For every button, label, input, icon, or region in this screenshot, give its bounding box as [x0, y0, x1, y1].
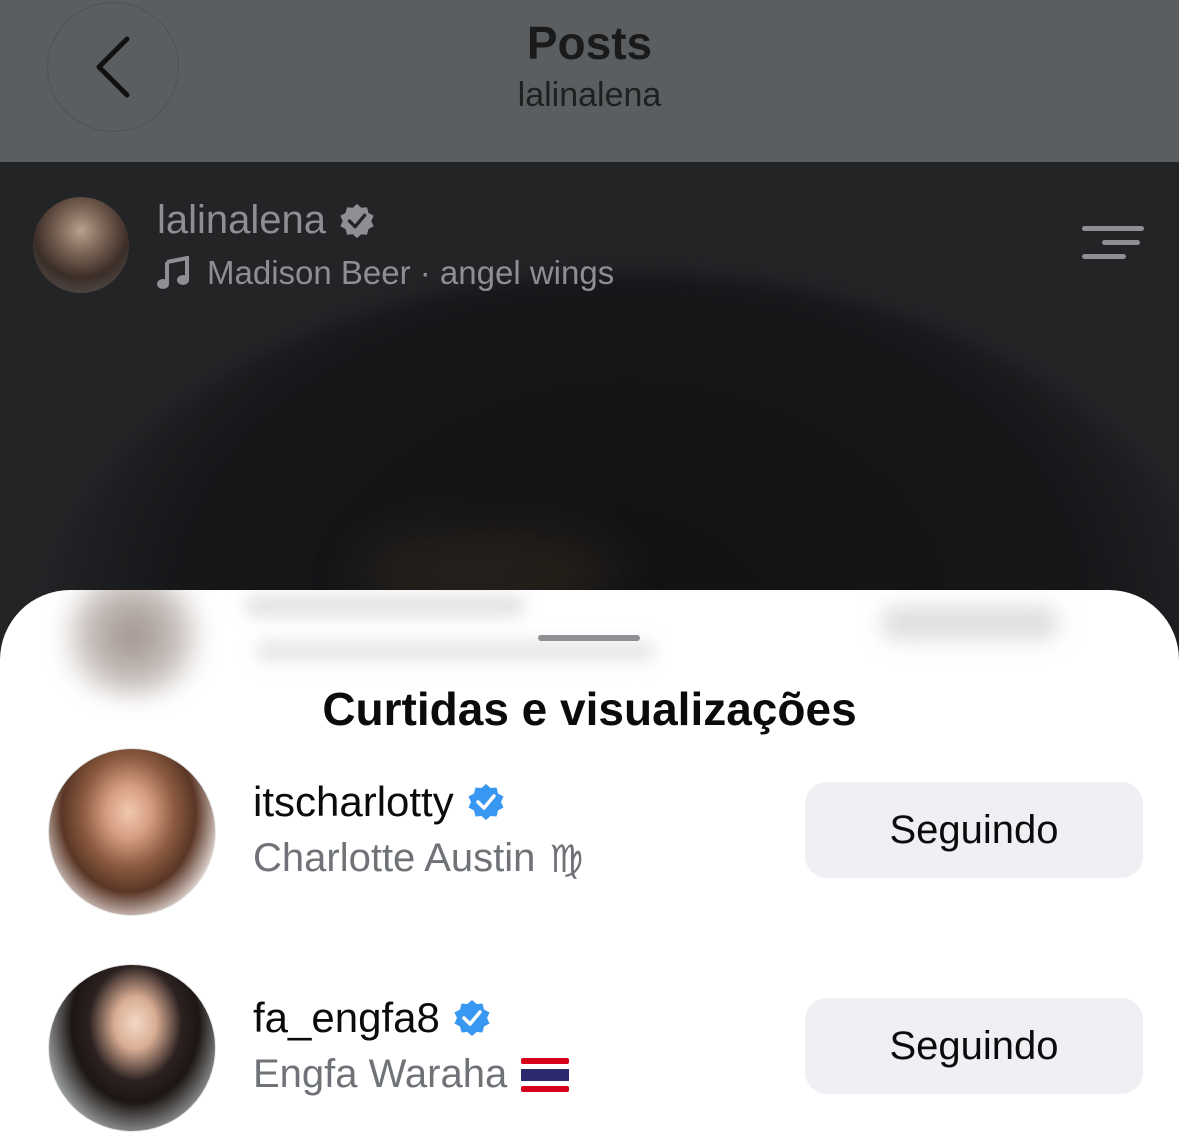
music-note-icon: [157, 256, 189, 289]
full-name-label: Engfa Waraha: [253, 1052, 508, 1096]
user-username[interactable]: itscharlotty: [253, 778, 506, 826]
menu-icon[interactable]: [1080, 226, 1144, 260]
list-item[interactable]: fa_engfa8 Engfa Waraha Seguindo: [0, 964, 1179, 1134]
avatar[interactable]: [48, 964, 216, 1132]
following-button[interactable]: Seguindo: [805, 782, 1143, 878]
verified-badge-icon: [454, 1000, 490, 1036]
page-title: Posts: [526, 17, 653, 69]
page-subtitle: lalinalena: [517, 76, 662, 114]
scrolled-row-button: [880, 605, 1060, 641]
likes-and-views-sheet: Curtidas e visualizações itscharlotty Ch…: [0, 590, 1179, 1147]
following-button[interactable]: Seguindo: [805, 998, 1143, 1094]
username-label: fa_engfa8: [253, 994, 440, 1041]
thailand-flag-icon: [521, 1057, 570, 1092]
avatar[interactable]: [48, 748, 216, 916]
verified-badge-icon: [340, 203, 374, 238]
scrolled-row-line: [245, 595, 525, 617]
post-author-avatar[interactable]: [33, 197, 129, 293]
list-item[interactable]: itscharlotty Charlotte Austin ♍ Seguindo: [0, 748, 1179, 918]
full-name-label: Charlotte Austin: [253, 836, 536, 880]
user-full-name: Engfa Waraha: [253, 1052, 570, 1097]
music-track-label: Madison Beer · angel wings: [207, 254, 615, 291]
username-label: itscharlotty: [253, 778, 454, 825]
post-author-username: lalinalena: [157, 198, 327, 242]
sheet-title: Curtidas e visualizações: [322, 683, 857, 735]
user-username[interactable]: fa_engfa8: [253, 994, 492, 1042]
post-music[interactable]: Madison Beer · angel wings: [157, 254, 614, 292]
post-author[interactable]: lalinalena: [157, 198, 376, 243]
virgo-symbol-icon: ♍: [549, 836, 584, 881]
user-full-name: Charlotte Austin ♍: [253, 836, 583, 881]
verified-badge-icon: [468, 784, 504, 820]
scrolled-row-line: [255, 640, 655, 662]
top-navigation-bar: Posts lalinalena: [0, 0, 1179, 162]
sheet-drag-handle[interactable]: [538, 635, 640, 641]
